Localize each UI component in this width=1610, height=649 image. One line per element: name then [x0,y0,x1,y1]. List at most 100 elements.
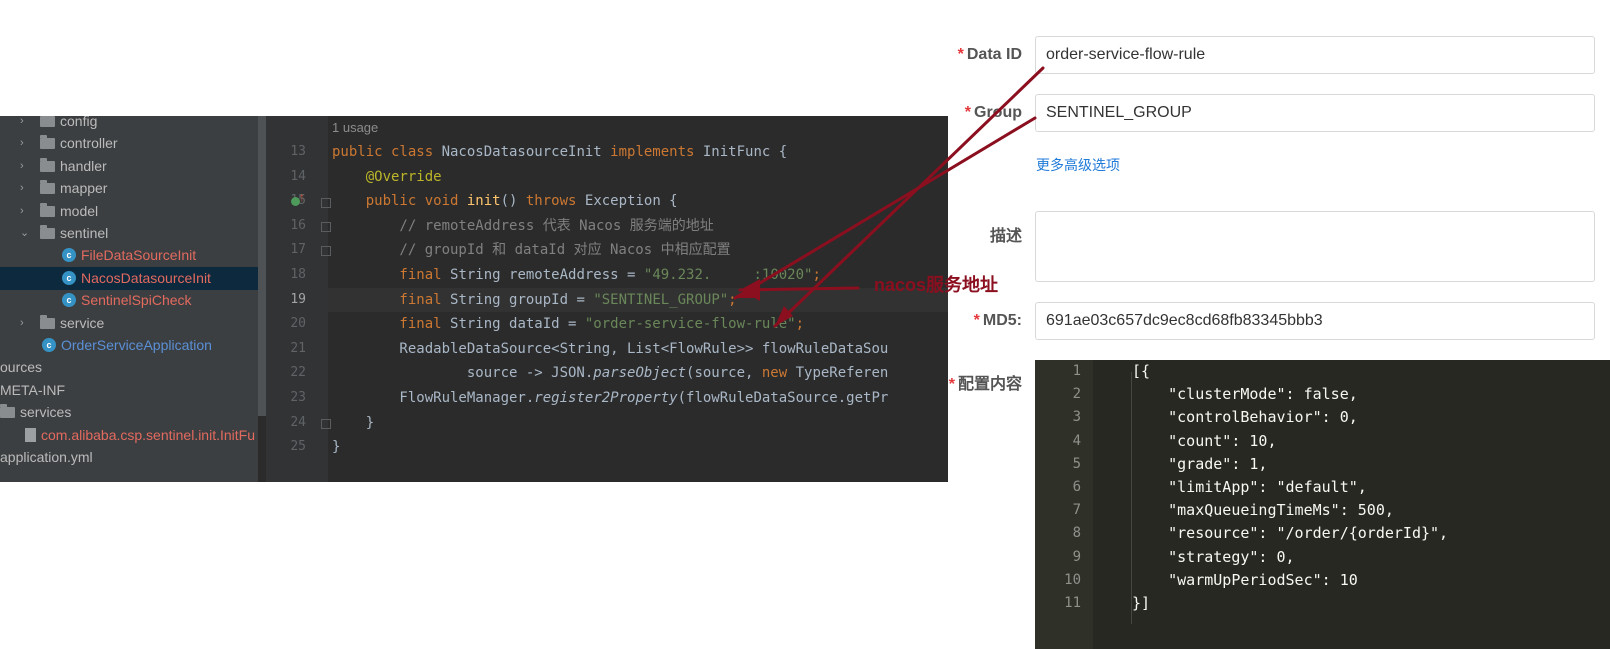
tree-item-label: mapper [60,180,108,197]
tree-item[interactable]: c NacosDatasourceInit [0,266,258,290]
tree-item[interactable]: › handler [0,155,258,178]
chevron-right-icon[interactable]: › [20,200,24,223]
editor-line-number: 9 [1072,548,1081,565]
code-line[interactable]: source -> JSON.parseObject(source, new T… [332,364,888,382]
code-line[interactable]: final String dataId = "order-service-flo… [332,315,804,333]
code-line[interactable]: public void init() throws Exception { [332,192,678,210]
editor-line-number: 11 [1064,595,1081,611]
line-number: 18 [290,267,306,282]
fold-icon[interactable] [321,198,331,208]
editor-line[interactable]: "warmUpPeriodSec": 10 [1132,571,1358,589]
code-line[interactable]: // groupId 和 dataId 对应 Nacos 中相应配置 [332,241,730,259]
override-up-arrow-icon[interactable]: ↑ [299,190,305,204]
group-label: * Group [964,104,1022,121]
editor-line[interactable]: "grade": 1, [1132,455,1267,473]
chevron-right-icon[interactable]: › [20,132,24,155]
folder-icon [0,404,15,419]
code-line[interactable]: public class NacosDatasourceInit impleme… [332,143,787,161]
tree-item-label: handler [60,157,107,174]
project-tree: › config › controller › handler › mapper › model ⌄… [0,116,258,482]
tree-item-label: com.alibaba.csp.sentinel.init.InitFu [41,426,255,443]
editor-line[interactable]: "controlBehavior": 0, [1132,408,1358,426]
tree-item-label: FileDataSourceInit [81,247,197,264]
code-line[interactable]: @Override [332,168,442,186]
tree-item-label: META-INF [0,381,66,398]
editor-line[interactable]: "maxQueueingTimeMs": 500, [1132,501,1394,519]
chevron-down-icon[interactable]: ⌄ [20,222,29,245]
editor-line-number: 8 [1072,525,1081,542]
file-icon [25,427,36,442]
code-line[interactable]: } [332,438,340,456]
editor-line[interactable]: "limitApp": "default", [1132,478,1367,496]
editor-line-number: 2 [1072,386,1081,403]
tree-item[interactable]: › mapper [0,177,258,200]
editor-line[interactable]: [{ [1132,362,1150,380]
editor-line[interactable]: "count": 10, [1132,432,1276,450]
editor-line-number: 3 [1072,409,1081,426]
tree-item[interactable]: application.yml [0,446,258,469]
code-line[interactable]: ReadableDataSource<String, List<FlowRule… [332,340,888,358]
md5-input[interactable]: 691ae03c657dc9ec8cd68fb83345bbb3 [1035,302,1595,340]
usage-hint[interactable]: 1 usage [332,120,378,135]
editor-line[interactable]: }] [1132,594,1150,612]
tree-item[interactable]: c OrderServiceApplication [0,334,258,357]
fold-icon[interactable] [321,222,331,232]
tree-item[interactable]: c SentinelSpiCheck [0,289,258,312]
code-line[interactable]: final String groupId = "SENTINEL_GROUP"; [332,291,736,309]
tree-item[interactable]: c FileDataSourceInit [0,244,258,267]
description-label: 描述 [989,228,1022,245]
code-line[interactable]: final String remoteAddress = "49.232. :1… [332,266,820,284]
folder-icon [40,225,55,239]
line-number: 19 [290,291,306,307]
code-line[interactable]: FlowRuleManager.register2Property(flowRu… [332,389,888,407]
editor-line[interactable]: "resource": "/order/{orderId}", [1132,524,1448,542]
data-id-label: * Data ID [957,46,1022,63]
fold-icon[interactable] [321,246,331,256]
tree-item[interactable]: ⌄ sentinel [0,222,258,245]
line-number: 25 [290,439,306,455]
tree-item[interactable]: › model [0,200,258,223]
java-class-icon: c [62,293,76,308]
tree-item-label: ources [0,359,43,376]
tree-item[interactable]: › controller [0,132,258,155]
chevron-right-icon[interactable]: › [20,155,24,178]
editor-line[interactable]: "strategy": 0, [1132,548,1294,566]
config-content-editor[interactable]: 1 2 3 4 5 6 7 8 9 10 11 [{ "clusterMode": false, "… [1035,360,1610,649]
line-number: 22 [290,365,306,381]
java-class-icon: c [62,270,76,285]
tree-item-label: SentinelSpiCheck [81,292,192,309]
tree-item-label: config [60,116,98,129]
tree-item[interactable]: com.alibaba.csp.sentinel.init.InitFu [0,424,258,447]
tree-item-label: model [60,202,99,219]
data-id-input[interactable]: order-service-flow-rule [1035,36,1595,74]
tree-item[interactable]: services [0,401,258,424]
chevron-right-icon[interactable]: › [20,116,24,133]
config-content-label: * 配置内容 [948,376,1022,393]
fold-icon[interactable] [321,419,331,429]
group-input[interactable]: SENTINEL_GROUP [1035,94,1595,132]
line-number: 23 [290,390,306,405]
tree-item[interactable]: › service [0,312,258,335]
java-class-icon: c [62,248,76,263]
tree-item-label: NacosDatasourceInit [81,269,211,286]
editor-line-number: 10 [1064,571,1081,588]
description-textarea[interactable] [1035,211,1595,282]
editor-line-number: 7 [1072,502,1081,519]
tree-item-label: services [20,404,72,421]
code-line[interactable]: } [332,414,374,432]
md5-label: * MD5: [973,312,1022,329]
ide-window: › config › controller › handler › mapper › model ⌄… [0,116,948,482]
code-line[interactable]: // remoteAddress 代表 Nacos 服务端的地址 [332,217,713,235]
editor-line-gutter: 1 2 3 4 5 6 7 8 9 10 11 [1035,360,1093,649]
chevron-right-icon[interactable]: › [20,177,24,200]
advanced-options-link[interactable]: 更多高级选项 [1036,155,1120,175]
folder-icon [40,314,55,329]
folder-icon [40,116,55,127]
folder-icon [40,157,55,172]
tree-scrollbar[interactable] [258,116,266,416]
tree-item[interactable]: META-INF [0,379,258,402]
chevron-right-icon[interactable]: › [20,312,24,335]
tree-item[interactable]: › config [0,116,258,133]
editor-line[interactable]: "clusterMode": false, [1132,385,1358,403]
tree-item[interactable]: ources [0,356,258,379]
